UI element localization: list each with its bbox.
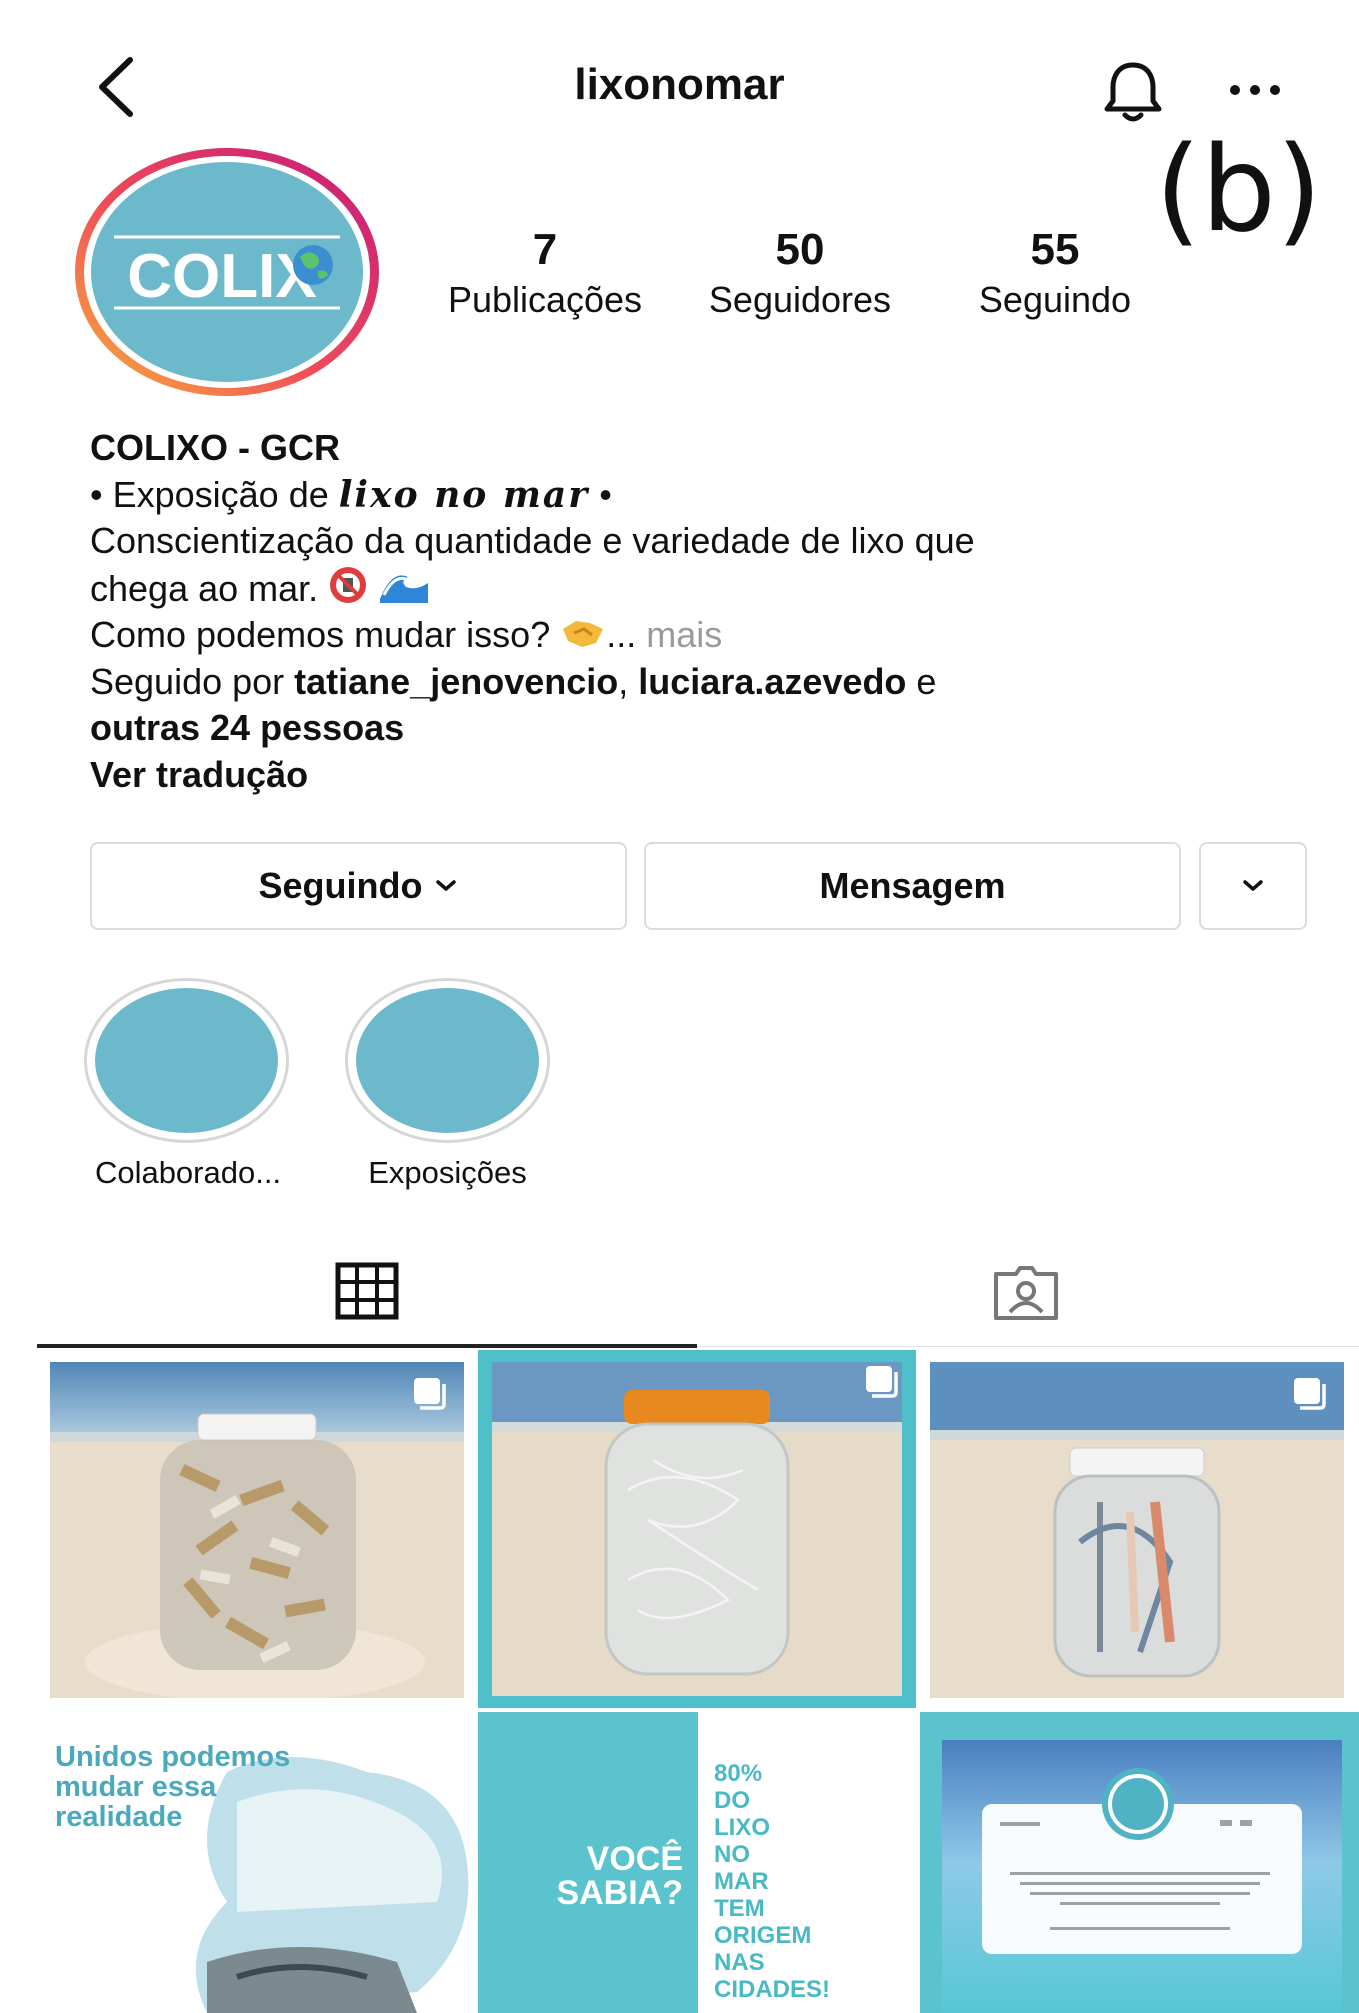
post-text-line: ORIGEM [714,1922,812,1949]
see-translation-link[interactable]: Ver tradução [90,752,1290,799]
bio-line-4: Como podemos mudar isso? ... mais [90,612,1290,659]
bio-line-1-script: lixo no mar [338,473,590,516]
highlight-label: Exposições [368,1155,527,1190]
chevron-down-icon [1243,880,1263,891]
panel-label: (b) [1155,120,1322,258]
post-tile-ocean-card[interactable] [920,1712,1359,2013]
bio-line-3-text: chega ao mar. [90,567,319,609]
post-text-line: NAS [714,1949,765,1976]
follower-link-1[interactable]: tatiane_jenovencio [294,661,618,702]
multiple-posts-icon [1294,1378,1326,1410]
bell-icon[interactable] [1098,55,1168,125]
chevron-down-icon [435,880,456,891]
post-image [930,1362,1344,1698]
highlight-colaboradores[interactable] [84,978,289,1143]
more-icon[interactable] [1225,70,1285,110]
post-tile-voce-sabia-right: 80% DO LIXO NO MAR TEM ORIGEM NAS CIDADE… [714,1760,830,2003]
post-tile-jar-cigarettes[interactable] [50,1362,464,1698]
followed-by-others[interactable]: outras 24 pessoas [90,705,1290,752]
followed-by[interactable]: Seguido por tatiane_jenovencio, luciara.… [90,659,1290,706]
post-text-line: NO [714,1841,750,1868]
message-button-label: Mensagem [819,865,1006,906]
tab-divider [697,1346,1359,1347]
post-text-line: MAR [714,1868,769,1895]
post-tile-voce-sabia[interactable]: VOCÊ SABIA? 80% DO LIXO NO MAR TEM ORIGE… [478,1712,916,2013]
post-image [478,1350,916,1708]
active-tab-indicator [37,1344,697,1348]
suggestions-dropdown-button[interactable] [1199,842,1307,930]
post-text-line: LIXO [714,1814,771,1841]
no-littering-emoji-icon [330,566,367,603]
followed-by-and: e [906,660,937,702]
globe-icon [293,245,333,285]
follower-link-2[interactable]: luciara.azevedo [638,661,906,702]
wave-emoji-icon [380,574,429,603]
post-text-line: DO [714,1787,750,1814]
followed-by-comma: , [618,660,639,702]
followed-by-prefix: Seguido por [90,660,295,702]
bio-more-ellipsis: ... [606,614,647,655]
post-text-line: Unidos podemos [55,1741,291,1773]
stat-posts-count: 7 [532,225,558,274]
highlight-cover [95,988,278,1133]
post-tile-jar-clear[interactable] [478,1350,916,1708]
stat-following[interactable]: 55 Seguindo [945,225,1165,321]
stat-following-label: Seguindo [978,279,1132,320]
stat-following-count: 55 [1030,225,1080,274]
bio-line-4-text: Como podemos mudar isso? [90,614,551,655]
stat-followers[interactable]: 50 Seguidores [680,225,920,321]
highlight-label: Colaborado... [94,1155,282,1190]
post-tile-unidos-text: Unidos podemos mudar essa realidade [55,1742,290,1832]
post-text-line: CIDADES! [714,1976,831,2003]
following-button-label: Seguindo [258,865,423,906]
avatar[interactable]: COLIX [72,145,382,400]
post-tile-voce-sabia-left: VOCÊ SABIA? [478,1842,683,1910]
post-text-line: mudar essa [55,1771,217,1803]
avatar-text: COLIX [127,242,316,311]
stat-posts-label: Publicações [447,279,643,320]
bio-line-1-prefix: • Exposição de [90,473,339,515]
post-text-line: TEM [714,1895,765,1922]
post-text-line: realidade [55,1801,183,1833]
bio-more-link[interactable]: mais [646,614,722,655]
bio-line-3: chega ao mar. [90,565,1290,613]
post-tile-jar-metal[interactable] [930,1362,1344,1698]
post-text-line: 80% [714,1760,763,1787]
post-image [942,1740,1342,2013]
stat-followers-count: 50 [775,225,825,274]
bio-line-1-suffix: • [589,473,612,515]
stat-posts[interactable]: 7 Publicações [430,225,660,321]
grid-icon[interactable] [335,1262,399,1320]
bio-line-1: • Exposição de lixo no mar • [90,472,1290,519]
highlight-exposicoes[interactable] [345,978,550,1143]
highlight-cover [356,988,539,1133]
post-image [50,1362,464,1698]
stat-followers-label: Seguidores [708,279,892,320]
post-text-line: VOCÊ [586,1840,683,1878]
display-name: COLIXO - GCR [90,427,340,468]
handshake-emoji-icon [563,621,604,647]
tagged-icon[interactable] [990,1264,1062,1322]
post-tile-unidos[interactable]: Unidos podemos mudar essa realidade [37,1712,477,2013]
post-text-line: SABIA? [556,1874,683,1912]
bio-line-2: Conscientização da quantidade e variedad… [90,520,975,561]
multiple-posts-icon [866,1366,898,1398]
following-button[interactable]: Seguindo [90,842,627,930]
profile-bio: COLIXO - GCR • Exposição de lixo no mar … [90,425,1290,798]
multiple-posts-icon [414,1378,446,1410]
message-button[interactable]: Mensagem [644,842,1181,930]
